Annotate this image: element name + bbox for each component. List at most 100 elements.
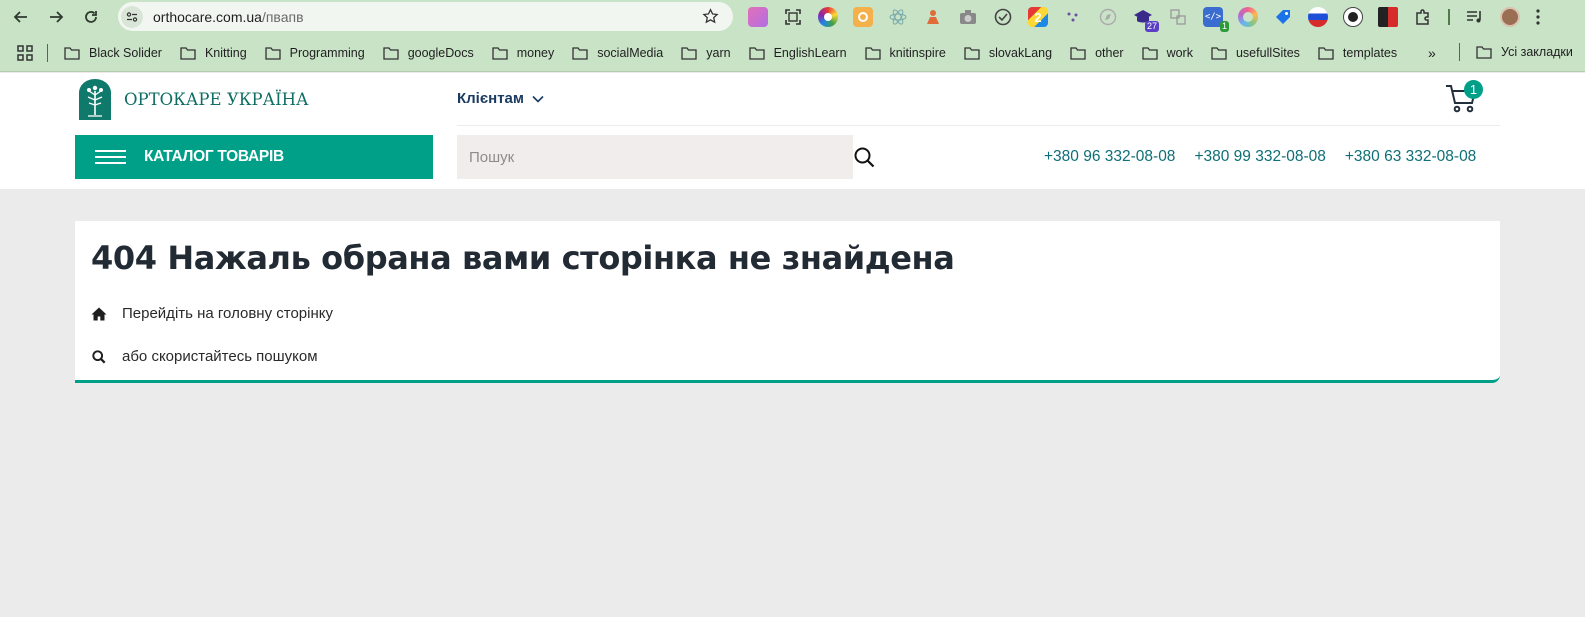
- site-logo[interactable]: ОРТОКАРЕ УКРАЇНА: [79, 79, 309, 120]
- bookmark-label: slovakLang: [988, 45, 1053, 60]
- bookmark-folder[interactable]: knitinspire: [864, 45, 946, 60]
- site-header: ОРТОКАРЕ УКРАЇНА Клієнтам 1 КАТАЛОГ ТОВА…: [0, 73, 1585, 189]
- extension-badge-27: 27: [1144, 21, 1159, 32]
- extension-graduation-icon[interactable]: 27: [1133, 7, 1159, 32]
- extension-tag-icon[interactable]: [1273, 7, 1293, 27]
- bookmark-folder[interactable]: yarn: [681, 45, 731, 60]
- folder-icon: [964, 46, 980, 60]
- back-button[interactable]: [6, 2, 36, 32]
- bookmark-label: knitinspire: [889, 45, 946, 60]
- bookmark-folder[interactable]: other: [1070, 46, 1124, 60]
- extension-dots-icon[interactable]: [1063, 7, 1083, 27]
- extension-badge-1: 1: [1219, 21, 1229, 32]
- arrow-left-icon: [13, 11, 27, 23]
- bookmark-folder[interactable]: money: [492, 45, 555, 60]
- bookmark-folder[interactable]: Knitting: [180, 46, 247, 60]
- extensions-puzzle-icon[interactable]: [1413, 7, 1433, 27]
- apps-grid-icon[interactable]: [17, 44, 33, 61]
- bookmark-label: usefullSites: [1235, 45, 1300, 60]
- home-link[interactable]: Перейдіть на головну сторінку: [91, 305, 333, 322]
- browser-toolbar: orthocare.com.ua/пвапв 2 27 </> 1: [0, 0, 1585, 34]
- browser-menu-icon[interactable]: [1535, 7, 1541, 27]
- media-control-icon[interactable]: [1465, 7, 1485, 27]
- extension-camera-icon[interactable]: [958, 7, 978, 27]
- folder-icon: [864, 46, 881, 60]
- bookmark-label: Knitting: [204, 45, 247, 60]
- toolbar-separator: [1448, 9, 1450, 25]
- folder-icon: [64, 46, 80, 60]
- bookmark-star-icon[interactable]: [702, 8, 719, 25]
- extension-colorwheel-icon[interactable]: [818, 7, 838, 27]
- profile-avatar[interactable]: [1500, 7, 1520, 27]
- extension-face-icon[interactable]: [1343, 7, 1363, 27]
- bookmark-label: Black Solider: [89, 45, 162, 60]
- folder-icon: [572, 46, 588, 60]
- extension-orange-icon[interactable]: [853, 7, 873, 27]
- extension-flag-icon[interactable]: [1308, 7, 1328, 27]
- extension-gradient-icon[interactable]: [748, 7, 768, 27]
- bookmark-label: Programming: [289, 45, 365, 60]
- bookmark-folder[interactable]: googleDocs: [383, 46, 474, 60]
- reload-icon: [85, 11, 97, 23]
- search-icon[interactable]: [854, 147, 875, 168]
- bookmark-folder[interactable]: socialMedia: [572, 46, 663, 60]
- bookmark-label: socialMedia: [597, 45, 664, 60]
- bookmark-folder[interactable]: work: [1141, 45, 1193, 60]
- search-input[interactable]: [457, 135, 853, 179]
- folder-icon: [1141, 46, 1158, 60]
- all-bookmarks-button[interactable]: Усі закладки: [1459, 43, 1573, 61]
- extension-person-icon[interactable]: [923, 7, 943, 27]
- bookmark-label: work: [1166, 45, 1193, 60]
- catalog-button-label: КАТАЛОГ ТОВАРІВ: [144, 148, 284, 165]
- phone-link[interactable]: +380 96 332-08-08: [1044, 148, 1175, 166]
- reload-button[interactable]: [76, 2, 106, 32]
- bookmark-folder[interactable]: usefullSites: [1211, 46, 1300, 60]
- bookmarks-separator: [47, 43, 48, 62]
- all-bookmarks-label: Усі закладки: [1501, 45, 1573, 59]
- phone-numbers: +380 96 332-08-08 +380 99 332-08-08 +380…: [1044, 148, 1476, 166]
- home-link-label: Перейдіть на головну сторінку: [122, 305, 333, 322]
- bookmark-folder[interactable]: Programming: [265, 46, 365, 60]
- bookmark-label: EnglishLearn: [773, 45, 847, 60]
- site-info-button[interactable]: [121, 5, 143, 28]
- extension-ring-icon[interactable]: [1238, 7, 1258, 27]
- extensions-row: 2 27 </> 1: [748, 4, 1541, 32]
- home-icon: [91, 307, 107, 320]
- bookmarks-separator: [1459, 43, 1460, 61]
- bookmark-folder[interactable]: templates: [1318, 46, 1397, 60]
- extension-react-icon[interactable]: [888, 7, 908, 27]
- extension-block-icon[interactable]: [1378, 7, 1398, 27]
- bookmark-label: money: [516, 45, 555, 60]
- hamburger-icon: [95, 150, 126, 164]
- bookmark-label: other: [1095, 45, 1124, 60]
- extension-check-icon[interactable]: [993, 7, 1013, 27]
- catalog-button[interactable]: КАТАЛОГ ТОВАРІВ: [75, 135, 433, 179]
- folder-icon: [1070, 46, 1086, 60]
- bookmarks-list: Black Solider Knitting Programming googleDo…: [64, 46, 1415, 60]
- search-hint-label: або скористайтесь пошуком: [122, 348, 318, 365]
- bookmark-folder[interactable]: slovakLang: [964, 46, 1052, 60]
- phone-link[interactable]: +380 63 332-08-08: [1345, 148, 1476, 166]
- extension-screenshot-icon[interactable]: [783, 7, 803, 27]
- url-host: orthocare.com.ua: [153, 8, 262, 25]
- extension-two-icon[interactable]: 2: [1028, 7, 1048, 27]
- bookmark-label: yarn: [706, 45, 731, 60]
- search-icon: [92, 349, 106, 363]
- forward-button[interactable]: [41, 2, 71, 32]
- arrow-right-icon: [50, 11, 64, 23]
- bookmark-label: templates: [1342, 45, 1398, 60]
- extension-compass-icon[interactable]: [1098, 7, 1118, 27]
- clients-menu[interactable]: Клієнтам: [457, 90, 544, 107]
- phone-link[interactable]: +380 99 332-08-08: [1194, 148, 1325, 166]
- logo-tree-icon: [79, 79, 111, 120]
- folder-icon: [265, 46, 281, 60]
- extension-translate-icon[interactable]: [1168, 7, 1188, 27]
- address-bar[interactable]: orthocare.com.ua/пвапв: [118, 2, 733, 31]
- page-title: 404 Нажаль обрана вами сторінка не знайд…: [91, 239, 955, 277]
- extension-code-icon[interactable]: </> 1: [1203, 7, 1229, 32]
- bookmark-folder[interactable]: EnglishLearn: [748, 45, 847, 60]
- bookmark-folder[interactable]: Black Solider: [64, 46, 162, 60]
- folder-icon: [492, 46, 508, 60]
- bookmarks-overflow-button[interactable]: »: [1428, 45, 1436, 61]
- tune-icon: [126, 11, 138, 22]
